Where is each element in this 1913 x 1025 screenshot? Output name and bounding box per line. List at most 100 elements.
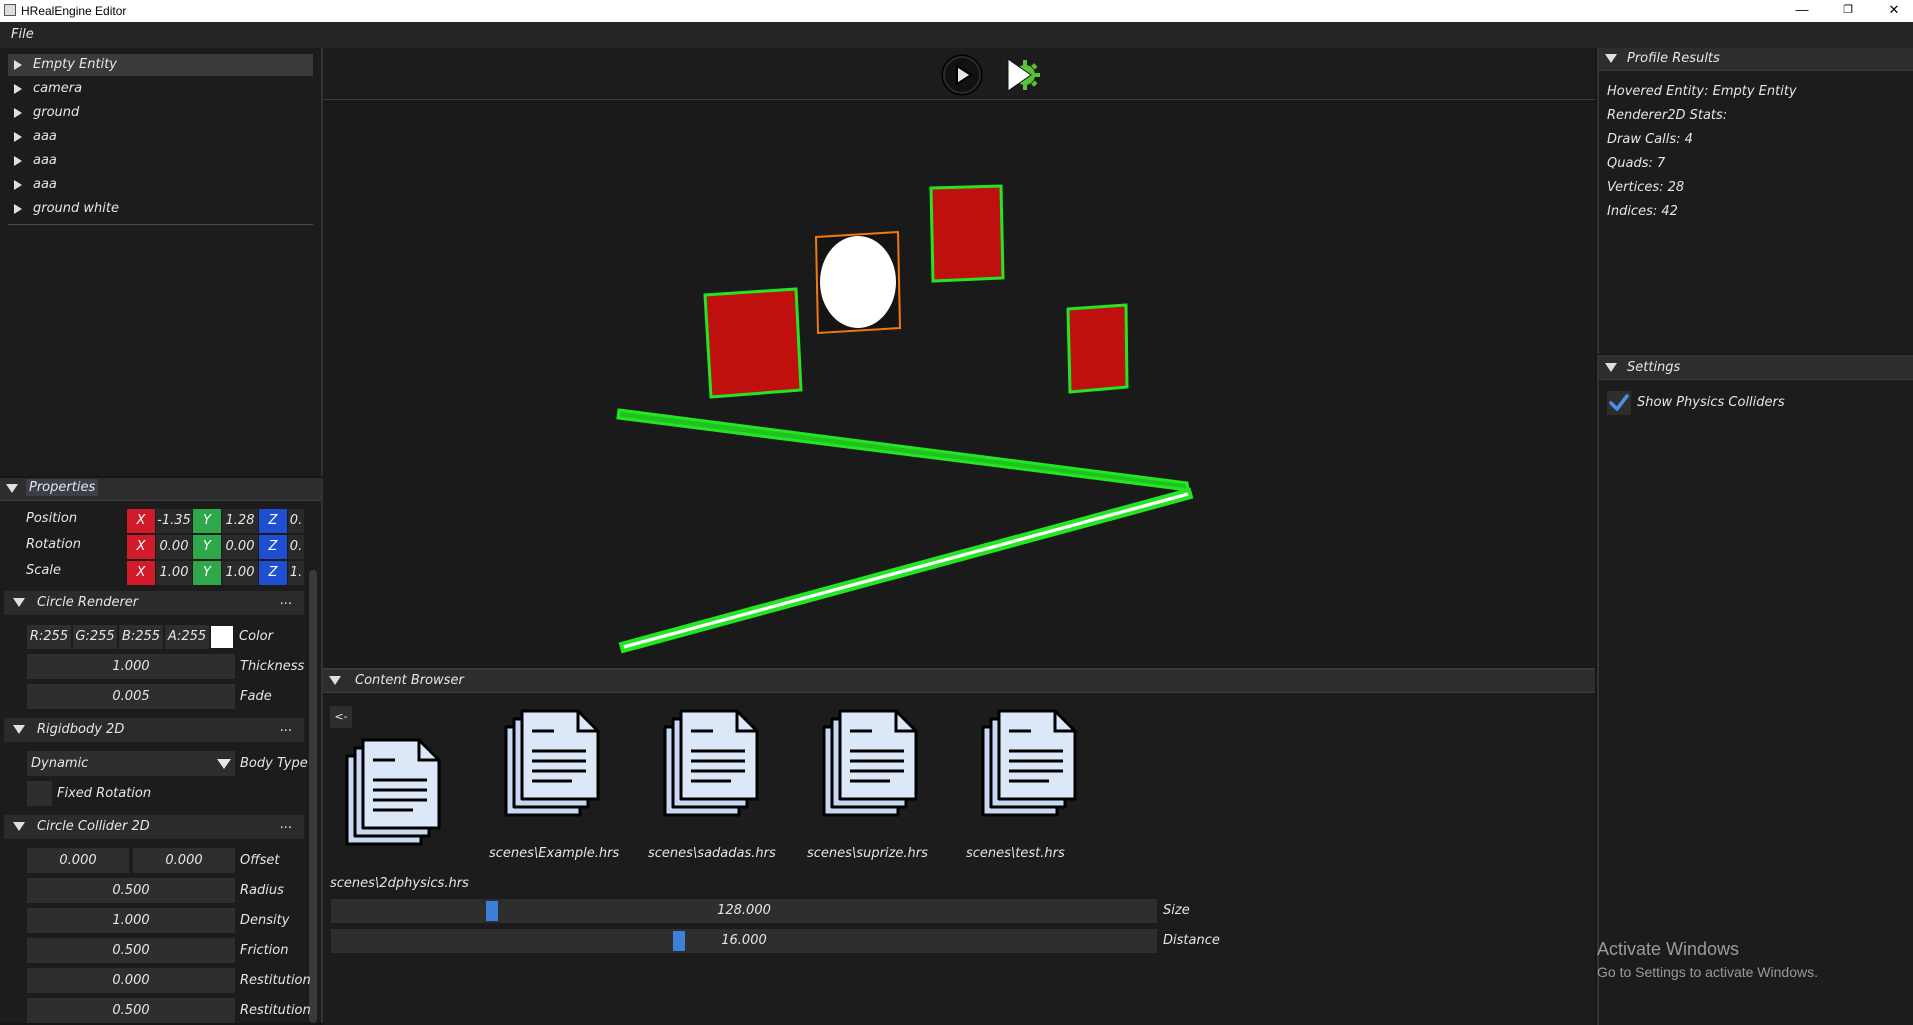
file-name[interactable]: scenes\suprize.hrs (807, 846, 928, 861)
position-z-button[interactable]: Z (259, 509, 287, 533)
file-name[interactable]: scenes\Example.hrs (489, 846, 619, 861)
hierarchy-item-ground-white[interactable]: ground white (8, 198, 313, 220)
scrollbar[interactable] (309, 570, 317, 1023)
circle-renderer-header[interactable]: Circle Renderer ... (4, 591, 304, 615)
chevron-down-icon[interactable] (217, 759, 231, 769)
offset-y-field[interactable]: 0.000 (133, 848, 235, 873)
minimize-button[interactable]: — (1779, 0, 1825, 22)
restitution-threshold-field[interactable]: 0.500 (27, 998, 235, 1023)
color-g-field[interactable]: G:255 (73, 625, 117, 649)
hierarchy-item-camera[interactable]: camera (8, 78, 313, 100)
component-menu-button[interactable]: ... (280, 720, 292, 735)
hierarchy-item-label: aaa (33, 153, 57, 168)
scale-y-field[interactable]: 1.00 (222, 561, 258, 585)
file-icon[interactable] (502, 707, 612, 847)
scale-z-field[interactable]: 1. (288, 561, 304, 585)
viewport[interactable] (323, 100, 1595, 667)
circle-collider-header[interactable]: Circle Collider 2D ... (4, 815, 304, 839)
scale-x-button[interactable]: X (127, 561, 155, 585)
file-icon[interactable] (820, 707, 930, 847)
tab-settings[interactable]: Settings (1627, 360, 1680, 375)
rotation-y-field[interactable]: 0.00 (222, 535, 258, 559)
hierarchy-item-aaa[interactable]: aaa (8, 174, 313, 196)
rotation-z-button[interactable]: Z (259, 535, 287, 559)
collapse-icon[interactable] (329, 676, 341, 685)
rotation-z-field[interactable]: 0. (288, 535, 304, 559)
slider-grab[interactable] (486, 901, 498, 921)
collapse-icon[interactable] (6, 484, 18, 493)
ground-collider-upper[interactable] (616, 408, 1190, 492)
collapse-icon[interactable] (13, 822, 25, 831)
rotation-y-button[interactable]: Y (193, 535, 221, 559)
body-type-select[interactable]: Dynamic (27, 751, 235, 776)
radius-field[interactable]: 0.500 (27, 878, 235, 903)
expand-arrow-icon[interactable] (14, 60, 22, 70)
fixed-rotation-checkbox[interactable] (27, 781, 52, 806)
expand-arrow-icon[interactable] (14, 84, 22, 94)
show-colliders-checkbox[interactable] (1607, 391, 1631, 415)
tab-properties[interactable]: Properties (26, 479, 99, 496)
circle-entity-selected[interactable] (814, 230, 902, 335)
scale-y-button[interactable]: Y (193, 561, 221, 585)
hierarchy-item-empty-entity[interactable]: Empty Entity (8, 54, 313, 76)
color-a-field[interactable]: A:255 (165, 625, 209, 649)
color-r-field[interactable]: R:255 (27, 625, 71, 649)
rotation-x-field[interactable]: 0.00 (156, 535, 192, 559)
tab-profile-results[interactable]: Profile Results (1627, 51, 1720, 66)
thickness-field[interactable]: 1.000 (27, 654, 235, 679)
simulate-icon[interactable] (1005, 56, 1043, 94)
tab-content-browser[interactable]: Content Browser (355, 673, 464, 688)
color-b-field[interactable]: B:255 (119, 625, 163, 649)
file-icon[interactable] (661, 707, 771, 847)
scale-x-field[interactable]: 1.00 (156, 561, 192, 585)
position-x-field[interactable]: -1.35 (156, 509, 192, 533)
restore-button[interactable]: ❐ (1825, 0, 1871, 22)
ground-collider-lower[interactable] (618, 487, 1194, 654)
expand-arrow-icon[interactable] (14, 180, 22, 190)
scale-z-button[interactable]: Z (259, 561, 287, 585)
distance-slider[interactable]: 16.000 (331, 929, 1157, 953)
file-icon[interactable] (979, 707, 1089, 847)
quad-entity-1[interactable] (703, 287, 803, 399)
file-name[interactable]: scenes\test.hrs (966, 846, 1065, 861)
close-button[interactable]: ✕ (1871, 0, 1913, 22)
density-label: Density (240, 913, 290, 928)
restitution-field[interactable]: 0.000 (27, 968, 235, 993)
expand-arrow-icon[interactable] (14, 108, 22, 118)
quad-entity-2[interactable] (929, 184, 1005, 283)
position-x-button[interactable]: X (127, 509, 155, 533)
play-icon[interactable] (941, 54, 983, 96)
position-y-button[interactable]: Y (193, 509, 221, 533)
collapse-icon[interactable] (13, 725, 25, 734)
app-icon (4, 4, 16, 16)
size-slider[interactable]: 128.000 (331, 899, 1157, 923)
position-y-field[interactable]: 1.28 (222, 509, 258, 533)
collapse-icon[interactable] (1605, 54, 1617, 63)
expand-arrow-icon[interactable] (14, 156, 22, 166)
file-icon[interactable] (343, 736, 453, 876)
position-z-field[interactable]: 0. (288, 509, 304, 533)
rotation-x-button[interactable]: X (127, 535, 155, 559)
density-field[interactable]: 1.000 (27, 908, 235, 933)
scene-canvas[interactable] (323, 100, 1595, 667)
collapse-icon[interactable] (13, 598, 25, 607)
component-menu-button[interactable]: ... (280, 593, 292, 608)
hierarchy-item-aaa[interactable]: aaa (8, 150, 313, 172)
back-button[interactable]: <- (330, 706, 352, 728)
file-name[interactable]: scenes\sadadas.hrs (648, 846, 776, 861)
quad-entity-3[interactable] (1066, 303, 1129, 394)
expand-arrow-icon[interactable] (14, 132, 22, 142)
friction-field[interactable]: 0.500 (27, 938, 235, 963)
expand-arrow-icon[interactable] (14, 204, 22, 214)
collapse-icon[interactable] (1605, 363, 1617, 372)
hierarchy-item-ground[interactable]: ground (8, 102, 313, 124)
file-name[interactable]: scenes\2dphysics.hrs (330, 876, 469, 891)
color-swatch[interactable] (211, 626, 233, 648)
fade-field[interactable]: 0.005 (27, 684, 235, 709)
menu-file[interactable]: File (11, 27, 34, 42)
offset-x-field[interactable]: 0.000 (27, 848, 129, 873)
slider-grab[interactable] (673, 931, 685, 951)
hierarchy-item-aaa[interactable]: aaa (8, 126, 313, 148)
component-menu-button[interactable]: ... (280, 817, 292, 832)
rigidbody-header[interactable]: Rigidbody 2D ... (4, 718, 304, 742)
